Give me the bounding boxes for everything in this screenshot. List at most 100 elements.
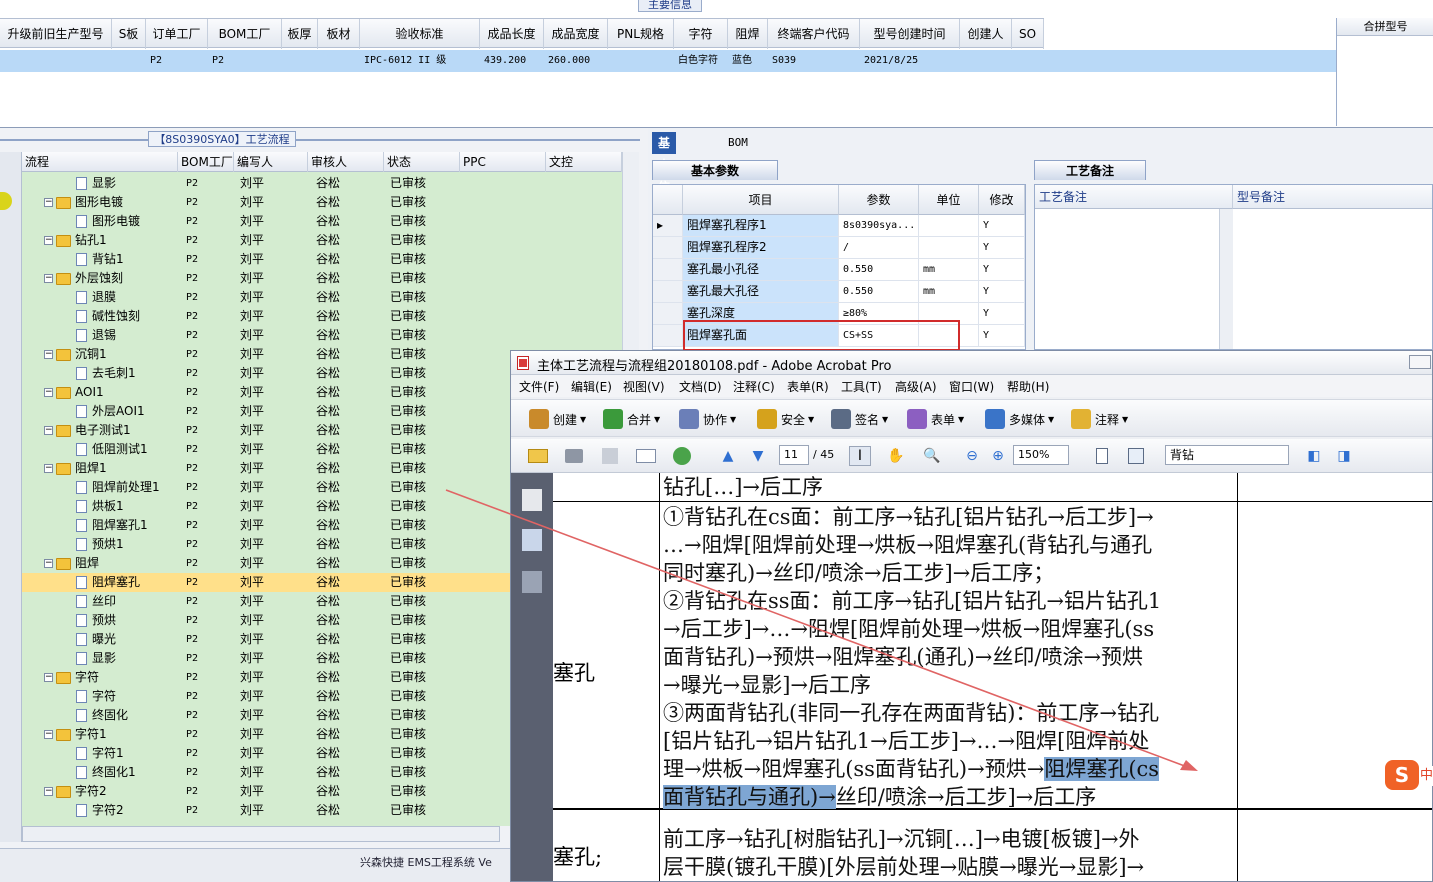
collapse-icon[interactable]: − bbox=[44, 464, 53, 473]
row-header-corner[interactable] bbox=[653, 185, 683, 215]
column-header[interactable]: 阻焊 bbox=[728, 19, 768, 49]
tree-row[interactable]: 退锡 P2 刘平 谷松 已审核 bbox=[22, 326, 622, 345]
search-input[interactable]: 背钻 bbox=[1165, 445, 1289, 465]
toolbar-button[interactable]: 创建 ▼ bbox=[529, 408, 586, 430]
column-header[interactable]: 型号创建时间 bbox=[860, 19, 960, 49]
tree-column-header[interactable]: 文控 bbox=[546, 152, 622, 172]
craft-notes-grid[interactable]: 工艺备注 型号备注 bbox=[1034, 184, 1433, 350]
collapse-icon[interactable]: − bbox=[44, 559, 53, 568]
tab-basic-params[interactable]: 基本参数 bbox=[652, 160, 778, 180]
tree-column-header[interactable]: BOM工厂 bbox=[178, 152, 234, 172]
tree-column-header[interactable]: PPC bbox=[460, 152, 546, 172]
toolbar-button[interactable]: 合并 ▼ bbox=[603, 408, 660, 430]
column-header[interactable]: 创建人 bbox=[960, 19, 1012, 49]
toolbar-button[interactable]: 协作 ▼ bbox=[679, 408, 736, 430]
toolbar-button[interactable]: 注释 ▼ bbox=[1071, 408, 1128, 430]
save-icon[interactable] bbox=[599, 446, 621, 466]
column-header[interactable]: 板厚 bbox=[282, 19, 318, 49]
open-folder-icon[interactable] bbox=[527, 446, 549, 466]
column-header[interactable]: BOM工厂 bbox=[208, 19, 282, 49]
column-header[interactable]: S板 bbox=[112, 19, 146, 49]
collapse-icon[interactable]: − bbox=[44, 274, 53, 283]
param-column-header[interactable]: 项目 bbox=[683, 185, 839, 215]
menu-item[interactable]: 注释(C) bbox=[733, 378, 775, 395]
menu-item[interactable]: 表单(R) bbox=[787, 378, 829, 395]
hand-tool-icon[interactable]: ✋ bbox=[885, 446, 907, 466]
toolbar-button[interactable]: 表单 ▼ bbox=[907, 408, 964, 430]
menu-item[interactable]: 高级(A) bbox=[895, 378, 937, 395]
document-view[interactable]: 钻孔[…]→后工序 ①背钻孔在cs面：前工序→钻孔[铝片钻孔→后工步]→ …→阻… bbox=[553, 473, 1432, 881]
collapse-icon[interactable]: − bbox=[44, 388, 53, 397]
row-selector[interactable] bbox=[653, 259, 683, 280]
column-header[interactable]: SO bbox=[1012, 19, 1044, 49]
column-header[interactable]: 成品长度 bbox=[480, 19, 544, 49]
zoom-level-select[interactable]: 150% bbox=[1013, 445, 1069, 465]
row-selector[interactable]: ▸ bbox=[653, 215, 683, 236]
tab-bom[interactable]: BOM bbox=[722, 132, 754, 154]
column-header[interactable]: 验收标准 bbox=[360, 19, 480, 49]
find-next-icon[interactable]: ◨ bbox=[1333, 446, 1355, 466]
column-header[interactable]: 字符 bbox=[674, 19, 728, 49]
select-tool-icon[interactable]: I bbox=[849, 446, 871, 466]
param-row[interactable]: 塞孔最小孔径 0.550 mm Y bbox=[653, 259, 1025, 281]
menu-item[interactable]: 帮助(H) bbox=[1007, 378, 1049, 395]
acrobat-titlebar[interactable]: 主体工艺流程与流程组20180108.pdf - Adobe Acrobat P… bbox=[511, 351, 1432, 375]
column-header[interactable]: 终端客户代码 bbox=[768, 19, 860, 49]
menu-item[interactable]: 文件(F) bbox=[519, 378, 559, 395]
tree-column-header[interactable]: 状态 bbox=[384, 152, 460, 172]
tree-row[interactable]: 碱性蚀刻 P2 刘平 谷松 已审核 bbox=[22, 307, 622, 326]
tree-column-header[interactable]: 审核人 bbox=[308, 152, 384, 172]
zoom-tool-icon[interactable]: 🔍 bbox=[921, 446, 943, 466]
tree-row[interactable]: − 图形电镀 P2 刘平 谷松 已审核 bbox=[22, 193, 622, 212]
page-down-icon[interactable]: ▼ bbox=[747, 446, 769, 466]
zoom-out-icon[interactable]: ⊖ bbox=[961, 446, 983, 466]
tree-row[interactable]: 背钻1 P2 刘平 谷松 已审核 bbox=[22, 250, 622, 269]
craft-notes-scrollbar[interactable] bbox=[1219, 209, 1233, 349]
process-tree-hscrollbar[interactable] bbox=[22, 826, 500, 842]
toolbar-button[interactable]: 签名 ▼ bbox=[831, 408, 888, 430]
menu-item[interactable]: 工具(T) bbox=[841, 378, 882, 395]
param-column-header[interactable]: 修改 bbox=[979, 185, 1025, 215]
tree-row[interactable]: − 外层蚀刻 P2 刘平 谷松 已审核 bbox=[22, 269, 622, 288]
row-selector[interactable] bbox=[653, 325, 683, 346]
column-header[interactable]: 升级前旧生产型号 bbox=[0, 19, 112, 49]
toolbar-button[interactable]: 多媒体 ▼ bbox=[985, 408, 1054, 430]
menu-item[interactable]: 窗口(W) bbox=[949, 378, 994, 395]
fullscreen-icon[interactable] bbox=[1125, 446, 1147, 466]
minimize-button[interactable] bbox=[1409, 355, 1431, 369]
tree-column-header[interactable]: 编写人 bbox=[234, 152, 308, 172]
pages-icon[interactable] bbox=[522, 489, 542, 511]
share-icon[interactable] bbox=[671, 446, 693, 466]
row-selector[interactable] bbox=[653, 303, 683, 324]
collapse-icon[interactable]: − bbox=[44, 236, 53, 245]
param-row[interactable]: 塞孔最大孔径 0.550 mm Y bbox=[653, 281, 1025, 303]
bookmarks-icon[interactable] bbox=[522, 529, 542, 551]
fit-page-icon[interactable] bbox=[1091, 446, 1113, 466]
row-selector[interactable] bbox=[653, 281, 683, 302]
column-header[interactable]: 成品宽度 bbox=[544, 19, 608, 49]
collapse-icon[interactable]: − bbox=[44, 198, 53, 207]
tab-basic-info[interactable]: 基本信息 bbox=[652, 132, 677, 216]
find-previous-icon[interactable]: ◧ bbox=[1303, 446, 1325, 466]
tree-row[interactable]: 退膜 P2 刘平 谷松 已审核 bbox=[22, 288, 622, 307]
collapse-icon[interactable]: − bbox=[44, 787, 53, 796]
param-row[interactable]: 阻焊塞孔程序2/ Y bbox=[653, 237, 1025, 259]
tree-column-header[interactable]: 流程 bbox=[22, 152, 178, 172]
tab-craft-notes[interactable]: 工艺备注 bbox=[1034, 160, 1146, 180]
tree-row[interactable]: 显影 P2 刘平 谷松 已审核 bbox=[22, 174, 622, 193]
print-icon[interactable] bbox=[563, 446, 585, 466]
param-column-header[interactable]: 参数 bbox=[839, 185, 919, 215]
column-header[interactable]: PNL规格 bbox=[608, 19, 674, 49]
ime-mode-indicator[interactable]: 中 bbox=[1420, 766, 1433, 786]
signatures-icon[interactable] bbox=[522, 571, 542, 593]
column-header[interactable]: 板材 bbox=[318, 19, 360, 49]
page-up-icon[interactable]: ▲ bbox=[717, 446, 739, 466]
zoom-in-icon[interactable]: ⊕ bbox=[987, 446, 1009, 466]
page-number-input[interactable]: 11 bbox=[779, 445, 809, 465]
tree-row[interactable]: 图形电镀 P2 刘平 谷松 已审核 bbox=[22, 212, 622, 231]
menu-item[interactable]: 编辑(E) bbox=[571, 378, 612, 395]
collapse-icon[interactable]: − bbox=[44, 673, 53, 682]
param-row[interactable]: ▸ 阻焊塞孔程序1 8s0390sya... Y bbox=[653, 215, 1025, 237]
email-icon[interactable] bbox=[635, 446, 657, 466]
ime-sogou-icon[interactable]: S bbox=[1385, 760, 1419, 790]
